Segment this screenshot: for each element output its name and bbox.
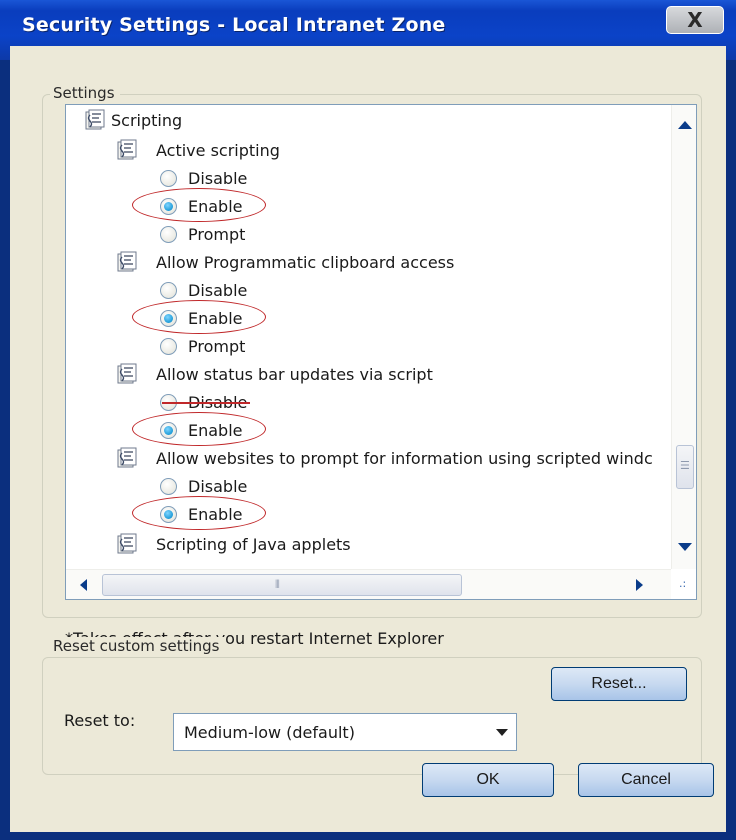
radio-disable[interactable] (160, 282, 177, 299)
annotation-circle (132, 300, 266, 334)
settings-tree[interactable]: ☰ ⦀ .: Scripting Active scripting Disable E… (65, 104, 697, 600)
annotation-circle (132, 496, 266, 530)
radio-disable[interactable] (160, 478, 177, 495)
annotation-circle (132, 412, 266, 446)
tree-root-label: Scripting (111, 111, 183, 130)
window-title: Security Settings - Local Intranet Zone (22, 14, 446, 36)
close-button[interactable]: X (666, 6, 724, 34)
reset-level-dropdown[interactable]: Medium-low (default) (173, 713, 517, 751)
scroll-up-arrow-icon[interactable] (678, 121, 692, 129)
grip-icon: ⦀ (275, 578, 280, 591)
setting-label: Active scripting (156, 141, 280, 160)
vertical-scrollbar[interactable]: ☰ (671, 105, 696, 569)
script-settings-icon (116, 533, 138, 555)
setting-label: Allow Programmatic clipboard access (156, 253, 455, 272)
script-settings-icon (116, 251, 138, 273)
security-settings-window: Security Settings - Local Intranet Zone … (0, 0, 736, 840)
setting-label: Allow status bar updates via script (156, 365, 433, 384)
chevron-down-icon[interactable] (496, 729, 508, 736)
horizontal-scrollbar[interactable]: ⦀ (66, 569, 671, 599)
scroll-down-arrow-icon[interactable] (678, 543, 692, 551)
setting-label: Allow websites to prompt for information… (156, 449, 653, 468)
option-label: Prompt (188, 225, 246, 244)
reset-button[interactable]: Reset... (551, 667, 687, 701)
ok-button[interactable]: OK (422, 763, 554, 797)
vertical-scroll-thumb[interactable]: ☰ (676, 445, 694, 489)
reset-to-label: Reset to: (64, 711, 136, 730)
script-settings-icon (116, 447, 138, 469)
resize-grip-icon[interactable]: .: (671, 569, 696, 599)
option-label: Disable (188, 477, 248, 496)
annotation-circle (132, 188, 266, 222)
radio-prompt[interactable] (160, 226, 177, 243)
option-label: Disable (188, 281, 248, 300)
grip-icon: ☰ (680, 459, 690, 472)
option-label: Prompt (188, 337, 246, 356)
setting-label: Scripting of Java applets (156, 535, 351, 554)
option-label: Disable (188, 169, 248, 188)
scroll-left-arrow-icon[interactable] (80, 579, 87, 591)
scroll-right-arrow-icon[interactable] (636, 579, 643, 591)
dialog-client-area: Settings ☰ ⦀ .: Scripting Active scriptin… (10, 46, 726, 832)
reset-level-value: Medium-low (default) (184, 723, 355, 742)
radio-disable[interactable] (160, 170, 177, 187)
script-settings-icon (116, 139, 138, 161)
script-settings-icon (84, 109, 106, 131)
reset-group-label: Reset custom settings (50, 637, 225, 655)
horizontal-scroll-thumb[interactable]: ⦀ (102, 574, 462, 596)
annotation-strike (162, 402, 250, 404)
settings-group-label: Settings (50, 84, 120, 102)
script-settings-icon (116, 363, 138, 385)
radio-prompt[interactable] (160, 338, 177, 355)
cancel-button[interactable]: Cancel (578, 763, 714, 797)
